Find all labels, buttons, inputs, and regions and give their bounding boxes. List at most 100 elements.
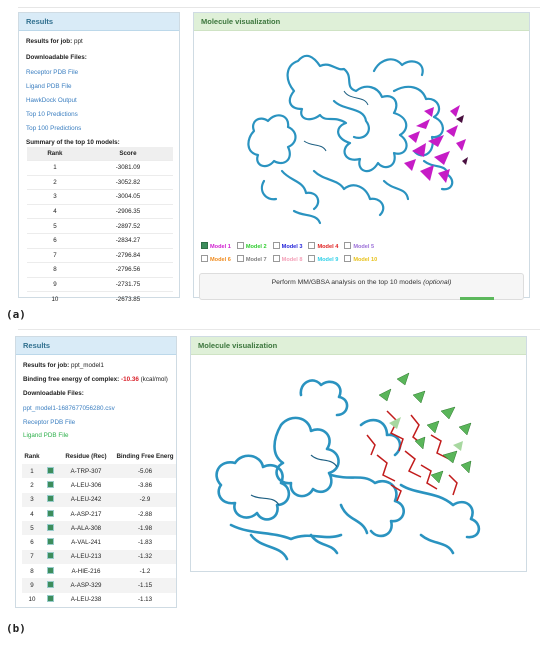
checkbox-icon[interactable] [46,552,54,560]
checkbox-icon[interactable] [201,255,208,262]
table-row: 6 A-VAL-241 -1.83 [22,535,176,549]
score-cell: -2796.84 [82,247,173,263]
score-cell: -2834.27 [82,232,173,249]
col-energy: Binding Free Energ [116,453,174,460]
rank-cell: 4 [30,510,34,518]
model-toggle-4[interactable]: Model 4 [308,242,338,250]
molecule-canvas-a[interactable] [194,31,529,231]
mmgbsa-submit-button[interactable] [460,297,494,300]
checkbox-icon[interactable] [344,242,352,249]
checkbox-icon[interactable] [272,255,280,262]
table-row: 7 A-LEU-213 -1.32 [22,549,176,565]
residue-toggle-checkbox[interactable] [42,478,58,492]
energy-cell: -5.06 [114,464,176,479]
model-label: Model 9 [317,257,339,263]
checkbox-icon[interactable] [46,480,54,488]
checkbox-icon[interactable] [344,255,352,262]
checkbox-icon[interactable] [46,495,54,503]
rank-cell: 1 [22,464,42,479]
residue-toggle-checkbox[interactable] [42,464,58,479]
table-row: 10 -2673.85 [27,291,173,306]
job-name-b: ppt_model1 [70,362,104,369]
table-row: 1 -3081.09 [27,160,173,176]
residue-toggle-checkbox[interactable] [42,492,58,507]
checkbox-icon[interactable] [308,255,316,262]
checkbox-icon[interactable] [201,242,208,249]
checkbox-icon[interactable] [46,566,54,574]
checkbox-icon[interactable] [236,255,244,262]
model-toggle-1[interactable]: Model 1 [201,242,231,250]
table-row: 1 A-TRP-307 -5.06 [22,464,176,479]
mmgbsa-button[interactable]: Perform MM/GBSA analysis on the top 10 m… [199,273,524,300]
model-toggle-10[interactable]: Model 10 [344,255,377,263]
rank-cell: 8 [30,567,34,575]
residue-toggle-checkbox[interactable] [42,535,58,549]
residue-cell: A-ASP-329 [58,578,114,593]
checkbox-icon[interactable] [272,242,280,249]
csv-link[interactable]: ppt_model1-1687677056280.csv [23,405,115,412]
top100-predictions-link[interactable]: Top 100 Predictions [26,125,81,132]
binding-unit: (kcal/mol) [140,376,168,383]
model-toggle-9[interactable]: Model 9 [308,255,339,263]
residue-toggle-checkbox[interactable] [42,521,58,536]
score-cell: -2796.56 [82,262,173,278]
checkbox-icon[interactable] [46,523,54,531]
table-row: 5 A-ALA-308 -1.98 [22,521,176,536]
score-table: Rank Score 1 -3081.09 2 -3052.82 3 -3004.05 4-… [27,147,173,306]
table-row: 4 -2906.35 [27,203,173,219]
residue-toggle-checkbox[interactable] [42,564,58,578]
receptor-pdb-link[interactable]: Receptor PDB File [26,69,78,76]
hawkdock-output-link[interactable]: HawkDock Output [26,97,77,104]
molecule-canvas-b[interactable] [191,355,526,571]
checkbox-icon[interactable] [46,538,54,546]
energy-cell: -1.13 [137,596,153,604]
receptor-pdb-link-b[interactable]: Receptor PDB File [23,419,75,426]
rank-cell: 9 [22,578,42,593]
model-label: Model 3 [281,244,303,250]
model-toggle-2[interactable]: Model 2 [236,242,267,250]
table-row: 3 -3004.05 [27,189,173,205]
residue-toggle-checkbox[interactable] [42,578,58,593]
model-label: Model 2 [245,244,267,250]
model-toggle-8[interactable]: Model 8 [272,255,302,263]
checkbox-icon[interactable] [46,509,54,517]
table-row: 8 A-HIE-216 -1.2 [22,564,176,578]
checkbox-icon[interactable] [46,595,54,603]
table-row: 9 -2731.75 [27,276,173,292]
col-toggle [42,449,58,464]
binding-value: -10.36 [120,376,139,383]
residue-cell: A-VAL-241 [71,539,101,547]
ligand-pdb-link-b[interactable]: Ligand PDB File [23,432,69,439]
results-panel-b: Results Results for job: ppt_model1 Bind… [15,336,177,608]
residue-cell: A-LEU-238 [70,596,102,604]
model-toggle-6[interactable]: Model 6 [201,255,231,263]
checkbox-icon[interactable] [236,242,244,249]
table-row: 7 -2796.84 [27,247,173,263]
energy-cell: -1.15 [114,578,176,593]
model-toggle-5[interactable]: Model 5 [344,242,374,250]
model-toggle-7[interactable]: Model 7 [236,255,267,263]
rank-cell: 7 [22,549,42,565]
residue-toggle-checkbox[interactable] [42,549,58,565]
score-cell: -2906.35 [82,203,173,219]
table-row: 2 -3052.82 [27,174,173,190]
checkbox-icon[interactable] [46,581,54,589]
rank-cell: 2 [30,481,34,489]
top10-predictions-link[interactable]: Top 10 Predictions [26,111,78,118]
downloadable-files-label: Downloadable Files: [26,54,87,61]
score-cell: -2673.85 [82,291,173,306]
model-toggle-3[interactable]: Model 3 [272,242,303,250]
ligand-pdb-link[interactable]: Ligand PDB File [26,83,72,90]
job-name: ppt [73,38,83,45]
viz-panel-b: Molecule visualization [190,336,527,572]
model-toggles-row1: Model 1 Model 2 Model 3 Model 4 Model 5 [201,242,380,250]
rank-cell: 9 [27,276,83,292]
checkbox-icon[interactable] [46,466,54,474]
checkbox-icon[interactable] [308,242,316,249]
residue-toggle-checkbox[interactable] [42,507,58,521]
results-header-a: Results [19,13,179,31]
energy-cell: -1.83 [137,539,153,547]
results-for-job-label: Results for job: [26,38,73,45]
residue-cell: A-TRP-307 [58,464,114,479]
residue-toggle-checkbox[interactable] [42,593,58,607]
